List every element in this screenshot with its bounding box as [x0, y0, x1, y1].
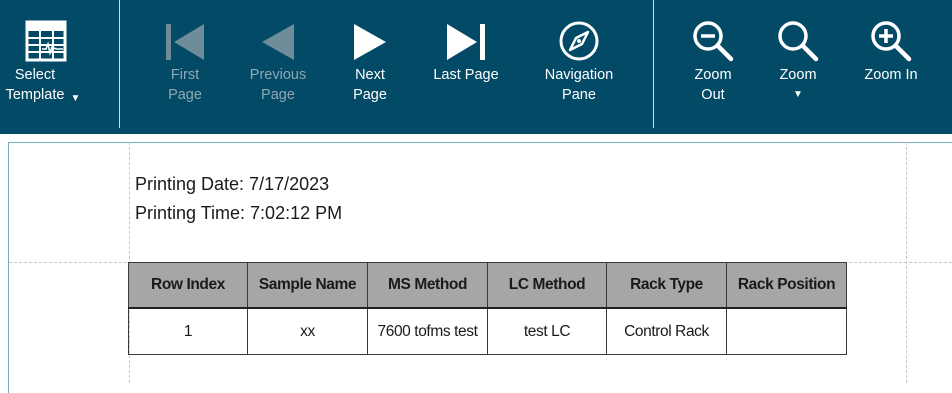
table-row: 1 xx 7600 tofms test test LC Control Rac…	[128, 307, 847, 355]
previous-page-button[interactable]: Previous Page	[240, 0, 316, 128]
first-page-button[interactable]: First Page	[150, 0, 220, 128]
cell-rack-type: Control Rack	[606, 307, 727, 355]
navigation-pane-button[interactable]: Navigation Pane	[536, 0, 622, 128]
navigation-pane-label-1: Navigation	[544, 67, 614, 83]
toolbar-separator	[653, 0, 654, 128]
zoom-in-icon	[870, 0, 912, 62]
cell-sample-name: xx	[247, 307, 368, 355]
column-header-rack-position: Rack Position	[726, 262, 847, 309]
toolbar-separator	[119, 0, 120, 128]
dropdown-caret-icon: ▼	[793, 89, 803, 100]
printing-time: Printing Time: 7:02:12 PM	[135, 203, 343, 223]
next-page-label-2: Page	[353, 87, 387, 103]
zoom-dropdown-button[interactable]: Zoom ▼	[768, 0, 828, 128]
next-page-button[interactable]: Next Page	[338, 0, 402, 128]
cell-lc-method: test LC	[487, 307, 607, 355]
column-header-ms-method: MS Method	[367, 262, 488, 309]
zoom-label: Zoom	[779, 67, 817, 83]
first-page-label-1: First	[170, 67, 200, 83]
printing-date: Printing Date: 7/17/2023	[135, 174, 330, 194]
last-page-icon	[445, 0, 487, 62]
magnifier-icon	[777, 0, 819, 62]
next-page-icon	[352, 0, 388, 62]
table-header-row: Row Index Sample Name MS Method LC Metho…	[128, 262, 847, 309]
zoom-in-button[interactable]: Zoom In	[856, 0, 926, 128]
column-header-rack-type: Rack Type	[606, 262, 727, 309]
last-page-button[interactable]: Last Page	[428, 0, 504, 128]
last-page-label: Last Page	[433, 67, 499, 83]
select-template-label-1: Select	[14, 67, 56, 83]
sample-table: Row Index Sample Name MS Method LC Metho…	[128, 262, 847, 355]
report-viewer-toolbar: Select Template ▼ First Page Previous Pa…	[0, 0, 952, 134]
previous-page-icon	[260, 0, 296, 62]
zoom-out-label-2: Out	[701, 87, 725, 103]
navigation-pane-label-2: Pane	[562, 87, 596, 103]
select-template-button[interactable]: Select Template ▼	[0, 0, 92, 128]
cell-rack-position	[726, 307, 847, 355]
first-page-label-2: Page	[168, 87, 202, 103]
next-page-label-1: Next	[355, 67, 385, 83]
cell-ms-method: 7600 tofms test	[367, 307, 488, 355]
template-icon	[25, 0, 67, 62]
column-header-row-index: Row Index	[128, 262, 248, 309]
compass-icon	[558, 0, 600, 62]
cell-row-index: 1	[128, 307, 248, 355]
zoom-in-label: Zoom In	[864, 67, 918, 83]
previous-page-label-1: Previous	[249, 67, 307, 83]
dropdown-caret-icon: ▼	[70, 93, 81, 104]
zoom-out-button[interactable]: Zoom Out	[684, 0, 742, 128]
zoom-out-icon	[692, 0, 734, 62]
column-header-sample-name: Sample Name	[247, 262, 368, 309]
column-header-lc-method: LC Method	[487, 262, 607, 309]
first-page-icon	[164, 0, 206, 62]
previous-page-label-2: Page	[261, 87, 295, 103]
zoom-out-label-1: Zoom	[694, 67, 732, 83]
